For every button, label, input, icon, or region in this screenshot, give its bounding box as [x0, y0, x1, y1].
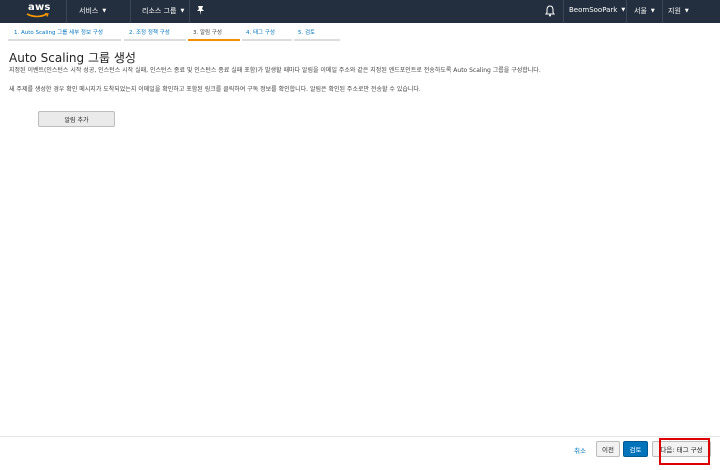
resource-groups-menu[interactable]: 리소스 그룹 ▼ [142, 6, 184, 16]
bell-icon[interactable] [545, 5, 555, 19]
page-description-note: 새 주제를 생성한 경우 확인 메시지가 도착되었는지 이메일을 확인하고 포함… [9, 86, 421, 93]
step-3-underline [188, 39, 240, 41]
aws-smile-icon [26, 13, 49, 18]
nav-divider [189, 0, 190, 23]
page-title: Auto Scaling 그룹 생성 [9, 51, 136, 65]
chevron-down-icon: ▼ [684, 8, 689, 14]
footer-divider [0, 436, 720, 437]
pin-icon[interactable] [196, 5, 205, 18]
user-menu[interactable]: BeomSooPark ▼ [569, 6, 625, 14]
nav-divider [563, 0, 564, 23]
services-menu-label: 서비스 [79, 7, 99, 15]
nav-divider [66, 0, 67, 23]
aws-logo[interactable]: aws [26, 2, 52, 20]
support-menu[interactable]: 지원 ▼ [668, 6, 689, 16]
chevron-down-icon: ▼ [650, 8, 655, 14]
services-menu[interactable]: 서비스 ▼ [79, 6, 106, 16]
review-button[interactable]: 검토 [623, 441, 648, 457]
chevron-down-icon: ▼ [180, 8, 185, 14]
chevron-down-icon: ▼ [621, 7, 626, 13]
resource-groups-label: 리소스 그룹 [142, 7, 177, 15]
step-1-underline [8, 39, 121, 41]
region-label: 서울 [634, 7, 647, 15]
step-5-underline [294, 39, 340, 41]
region-menu[interactable]: 서울 ▼ [634, 6, 655, 16]
aws-logo-text: aws [28, 2, 51, 13]
support-label: 지원 [668, 7, 681, 15]
step-2-underline [124, 39, 186, 41]
nav-divider [130, 0, 131, 23]
previous-button[interactable]: 이전 [596, 441, 620, 457]
highlight-box [659, 438, 710, 465]
chevron-down-icon: ▼ [102, 8, 107, 14]
page-description: 지정된 이벤트(인스턴스 시작 성공, 인스턴스 시작 실패, 인스턴스 종료 … [9, 67, 541, 74]
cancel-link[interactable]: 취소 [574, 445, 586, 455]
user-name: BeomSooPark [569, 6, 618, 14]
nav-divider [626, 0, 627, 23]
step-4-underline [242, 39, 292, 41]
nav-divider [662, 0, 663, 23]
add-notification-button[interactable]: 알림 추가 [38, 111, 115, 127]
top-nav: aws 서비스 ▼ 리소스 그룹 ▼ BeomSooPark ▼ 서울 ▼ 지원 ▼ [0, 0, 720, 23]
